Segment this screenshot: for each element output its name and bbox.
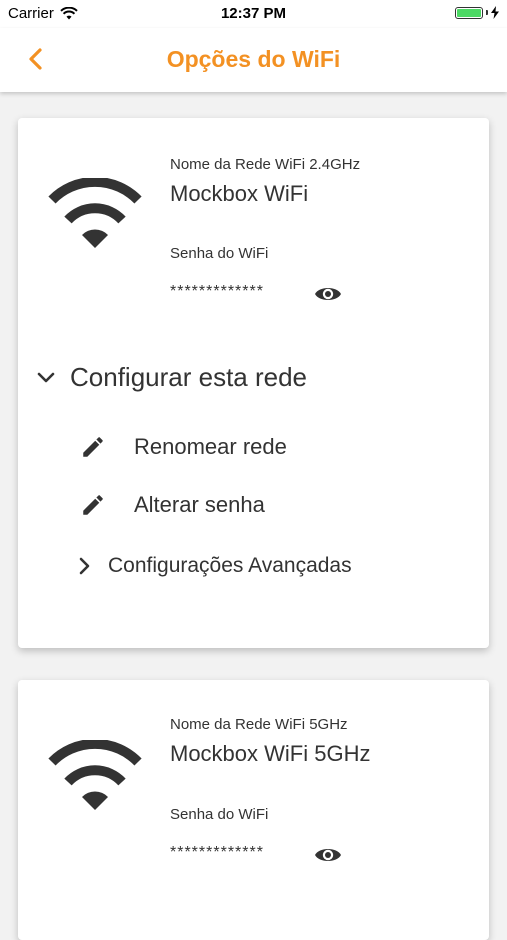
password-label: Senha do WiFi [170,806,269,823]
pencil-icon [83,437,103,457]
battery-icon [455,6,483,19]
network-name-label: Nome da Rede WiFi 2.4GHz [170,156,361,173]
rename-network-label: Renomear rede [134,434,287,459]
battery-indicator [455,6,499,19]
chevron-right-icon [79,557,90,575]
battery-tip [486,10,488,15]
page-title: Opções do WiFi [166,46,341,72]
configure-network-label: Configurar esta rede [70,362,308,392]
battery-fill [457,8,481,17]
status-time: 12:37 PM [220,5,287,22]
charging-bolt-icon [491,6,499,19]
network-name: Mockbox WiFi [170,181,309,206]
wifi-signal-icon [48,178,142,248]
change-password-label: Alterar senha [134,492,265,517]
eye-icon[interactable] [314,845,342,865]
network-name-label: Nome da Rede WiFi 5GHz [170,716,348,733]
change-password-option[interactable]: Alterar senha [80,492,265,518]
rename-network-option[interactable]: Renomear rede [80,434,287,460]
password-value: ************* [170,283,264,300]
network-name: Mockbox WiFi 5GHz [170,741,371,766]
network-card-24ghz: Nome da Rede WiFi 2.4GHz Mockbox WiFi Se… [18,118,489,648]
password-value: ************* [170,844,264,861]
password-label: Senha do WiFi [170,245,269,262]
eye-icon[interactable] [314,284,342,304]
pencil-icon [83,495,103,515]
chevron-down-icon [37,372,55,382]
advanced-settings-label: Configurações Avançadas [108,554,352,577]
wifi-signal-icon [48,740,142,810]
advanced-settings-toggle[interactable]: Configurações Avançadas [74,554,352,578]
navigation-bar: Opções do WiFi [0,28,507,92]
configure-network-toggle[interactable]: Configurar esta rede [36,362,307,393]
network-card-5ghz: Nome da Rede WiFi 5GHz Mockbox WiFi 5GHz… [18,680,489,940]
status-bar: Carrier 12:37 PM [0,0,507,28]
